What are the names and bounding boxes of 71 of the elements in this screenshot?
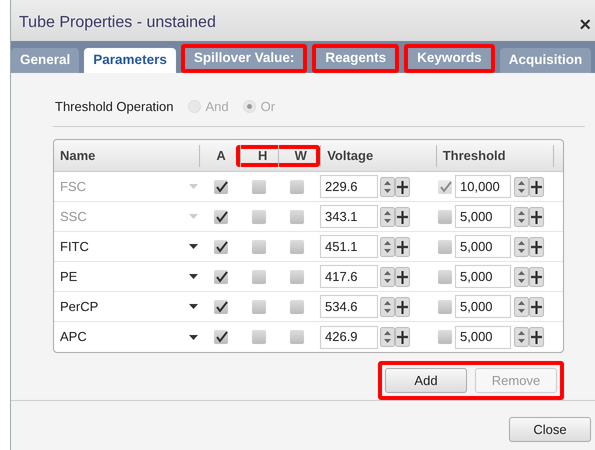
name-cell-text: FITC [60, 238, 89, 256]
spin-arrows-icon[interactable] [380, 296, 395, 316]
threshold-field[interactable]: 5,000 [455, 295, 511, 318]
cross-icon[interactable] [395, 296, 410, 316]
spin-arrows-icon[interactable] [380, 206, 395, 226]
dropdown-caret-icon[interactable] [189, 334, 198, 340]
spin-arrows-icon[interactable] [514, 236, 529, 256]
checkbox[interactable] [214, 240, 228, 254]
spin-arrows-icon[interactable] [514, 327, 529, 347]
checkbox[interactable] [290, 270, 304, 284]
voltage-field[interactable]: 451.1 [320, 235, 378, 258]
spin-arrows-icon[interactable] [514, 296, 529, 316]
cross-icon[interactable] [529, 266, 544, 286]
spin-arrows-icon[interactable] [380, 327, 395, 347]
window-title: Tube Properties - unstained [19, 13, 216, 34]
name-cell-text: APC [60, 328, 87, 346]
cross-icon[interactable] [529, 296, 544, 316]
dropdown-caret-icon[interactable] [189, 274, 198, 279]
cross-icon[interactable] [395, 327, 410, 347]
cross-icon[interactable] [529, 327, 544, 347]
checkbox[interactable] [252, 240, 266, 254]
threshold-operation-label: Threshold Operation [55, 98, 174, 116]
checkbox[interactable] [290, 300, 304, 314]
column-header: Name [59, 146, 96, 165]
cross-icon[interactable] [529, 176, 544, 196]
cross-icon[interactable] [395, 206, 410, 226]
checkbox[interactable] [214, 300, 228, 314]
checkbox[interactable] [438, 330, 452, 344]
name-cell-text: PE [60, 268, 78, 286]
name-cell-text: SSC [60, 208, 87, 226]
column-header: Threshold [436, 144, 554, 166]
close-button[interactable]: Close [509, 417, 591, 442]
spin-arrows-icon[interactable] [514, 176, 529, 196]
voltage-field[interactable]: 534.6 [320, 295, 378, 318]
radio-label: Or [260, 98, 276, 116]
name-cell-text: FSC [60, 178, 86, 196]
tab[interactable]: Parameters [84, 48, 176, 72]
spin-arrows-icon[interactable] [380, 236, 395, 256]
dropdown-caret-icon[interactable] [189, 304, 198, 309]
column-header: A [198, 144, 236, 166]
threshold-field[interactable]: 5,000 [455, 235, 511, 258]
spin-arrows-icon[interactable] [380, 266, 395, 286]
voltage-field[interactable]: 426.9 [320, 326, 378, 348]
column-header: H [240, 144, 278, 166]
checkbox[interactable] [438, 300, 452, 314]
checkbox[interactable] [214, 330, 228, 344]
close-button[interactable]: × [579, 15, 591, 36]
cross-icon[interactable] [395, 236, 410, 256]
dropdown-caret-icon[interactable] [189, 244, 198, 249]
checkbox[interactable] [252, 330, 266, 344]
cross-icon[interactable] [529, 236, 544, 256]
column-header: W [278, 144, 316, 166]
column-header: Voltage [320, 144, 436, 166]
threshold-field[interactable]: 5,000 [455, 265, 511, 288]
cross-icon[interactable] [529, 206, 544, 226]
spin-arrows-icon[interactable] [514, 206, 529, 226]
voltage-field[interactable]: 417.6 [320, 265, 378, 288]
cross-icon[interactable] [395, 176, 410, 196]
threshold-field[interactable]: 5,000 [455, 326, 511, 348]
spin-arrows-icon[interactable] [514, 266, 529, 286]
checkbox[interactable] [252, 300, 266, 314]
checkbox[interactable] [290, 330, 304, 344]
checkbox[interactable] [290, 240, 304, 254]
cross-icon[interactable] [395, 266, 410, 286]
name-cell-text: PerCP [60, 298, 98, 316]
radio-label: And [206, 98, 229, 116]
checkbox[interactable] [438, 270, 452, 284]
checkbox[interactable] [214, 270, 228, 284]
checkbox[interactable] [438, 240, 452, 254]
checkbox[interactable] [252, 270, 266, 284]
spin-arrows-icon[interactable] [380, 176, 395, 196]
